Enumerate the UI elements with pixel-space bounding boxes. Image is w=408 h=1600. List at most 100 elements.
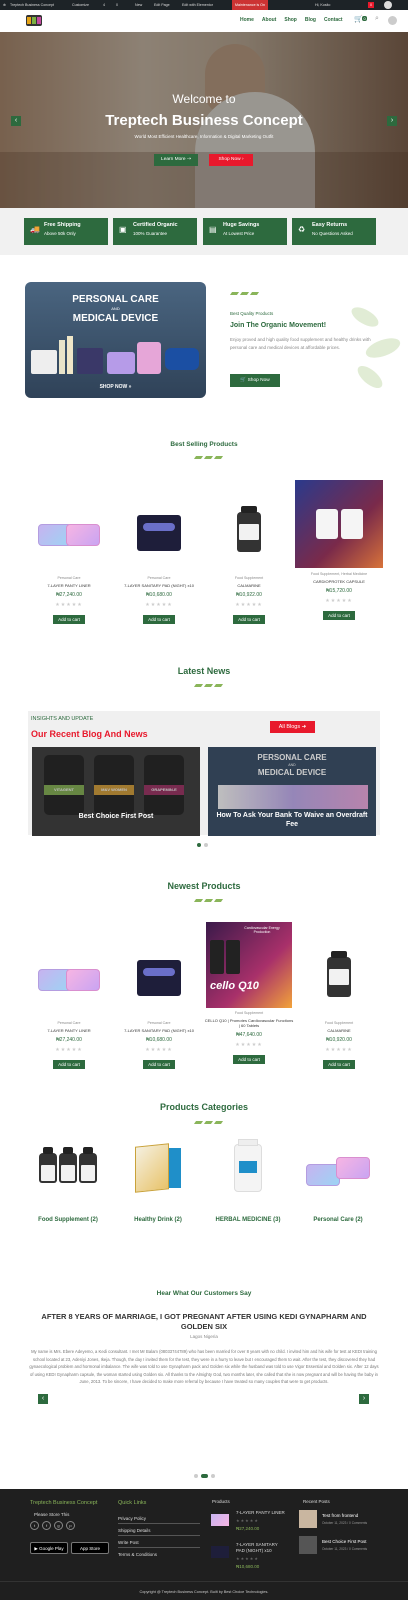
category-label[interactable]: HERBAL MEDICINE (3): [204, 1217, 292, 1223]
product-image[interactable]: [294, 928, 384, 1018]
footer-link-terms[interactable]: Terms & Conditions: [118, 1552, 157, 1557]
product-name[interactable]: 7-LAYER SANITARY PAD (NIGHT) x10: [114, 1028, 204, 1033]
hero-next-arrow[interactable]: ›: [387, 116, 397, 126]
blog-card-1[interactable]: VITAGENT M&V WOMEN GRAPEMIN-E Best Choic…: [32, 747, 200, 836]
testimonial-prev-arrow[interactable]: ‹: [38, 1394, 48, 1404]
banner-shop-now[interactable]: SHOP NOW »: [25, 384, 206, 390]
learn-more-button[interactable]: Learn More ⇢: [154, 154, 198, 166]
money-icon: ▤: [209, 225, 217, 234]
product-image[interactable]: [294, 479, 384, 569]
product-name[interactable]: 7-LAYER SANITARY PAD (NIGHT) x10: [114, 583, 204, 588]
testimonial-next-arrow[interactable]: ›: [359, 1394, 369, 1404]
footer-product-thumb[interactable]: [211, 1546, 229, 1558]
app-store-badge[interactable]: App Store: [71, 1542, 109, 1554]
product-name[interactable]: 7-LAYER PANTY LINER: [24, 1028, 114, 1033]
footer-link-write-post[interactable]: Write Post: [118, 1540, 139, 1545]
admin-site-link[interactable]: Treptech Business Concept: [10, 0, 54, 10]
new-link[interactable]: New: [135, 0, 142, 10]
product-name[interactable]: 7-LAYER PANTY LINER: [24, 583, 114, 588]
product-image[interactable]: Cardiovascular Energy Production cello Q…: [204, 921, 294, 1008]
updates-count[interactable]: 4: [103, 0, 105, 10]
nav-contact[interactable]: Contact: [324, 17, 343, 23]
blog-card-2-title[interactable]: How To Ask Your Bank To Waive an Overdra…: [216, 811, 368, 829]
edit-page-link[interactable]: Edit Page: [154, 0, 170, 10]
category-healthy-drink[interactable]: Healthy Drink (2): [114, 1130, 202, 1223]
recent-post-thumb[interactable]: [299, 1536, 317, 1554]
rating-stars: ★★★★★: [236, 1556, 259, 1561]
all-blogs-button[interactable]: All Blogs ➜: [270, 721, 315, 733]
product-price: ₦47,640.00: [236, 1032, 262, 1038]
add-to-cart-button[interactable]: Add to cart: [143, 615, 175, 624]
googleplus-icon[interactable]: g: [54, 1521, 63, 1530]
pagination-dot-active[interactable]: [201, 1474, 208, 1478]
blog-card-2[interactable]: PERSONAL CARE AND MEDICAL DEVICE How To …: [208, 747, 376, 836]
category-herbal-medicine[interactable]: HERBAL MEDICINE (3): [204, 1130, 292, 1223]
add-to-cart-button[interactable]: Add to cart: [233, 615, 265, 624]
add-to-cart-button[interactable]: Add to cart: [233, 1055, 265, 1064]
product-name[interactable]: CALMARINE: [294, 1028, 384, 1033]
pinterest-icon[interactable]: p: [66, 1521, 75, 1530]
recent-post-title[interactable]: Test from frontend: [322, 1513, 358, 1518]
footer-product-name[interactable]: 7-LAYER SANITARY PAD (NIGHT) x10: [236, 1542, 286, 1554]
promo-banner[interactable]: PERSONAL CARE AND MEDICAL DEVICE SHOP NO…: [25, 282, 206, 398]
nav-shop[interactable]: Shop: [284, 17, 297, 23]
add-to-cart-button[interactable]: Add to cart: [323, 611, 355, 620]
add-to-cart-button[interactable]: Add to cart: [323, 1060, 355, 1069]
facebook-icon[interactable]: f: [42, 1521, 51, 1530]
category-food-supplement[interactable]: Food Supplement (2): [24, 1130, 112, 1223]
product-price: ₦10,680.00: [146, 592, 172, 598]
product-name[interactable]: CALMARINE: [204, 583, 294, 588]
nav-about[interactable]: About: [262, 17, 276, 23]
user-avatar[interactable]: [388, 16, 397, 25]
product-price: ₦27,240.00: [56, 592, 82, 598]
category-label[interactable]: Healthy Drink (2): [114, 1217, 202, 1223]
add-to-cart-button[interactable]: Add to cart: [53, 615, 85, 624]
add-to-cart-button[interactable]: Add to cart: [143, 1060, 175, 1069]
admin-user[interactable]: Hi, Kosito: [315, 0, 330, 10]
product-name[interactable]: CELLO Q10 | Promotes Cardiovascular Func…: [204, 1018, 294, 1028]
category-personal-care[interactable]: Personal Care (2): [294, 1130, 382, 1223]
category-label[interactable]: Food Supplement (2): [24, 1217, 112, 1223]
blog-card-1-title[interactable]: Best Choice First Post: [32, 813, 200, 820]
product-image[interactable]: [114, 483, 204, 573]
latest-news-leaf: [193, 684, 224, 687]
pagination-dot[interactable]: [194, 1474, 198, 1478]
pagination-dot-active[interactable]: [197, 843, 201, 847]
nav-home[interactable]: Home: [240, 17, 254, 23]
elementor-link[interactable]: Edit with Elementor: [182, 0, 213, 10]
shop-now-button[interactable]: Shop Now ›: [209, 154, 253, 166]
maintenance-badge[interactable]: Maintenance is On: [232, 0, 268, 10]
category-label[interactable]: Personal Care (2): [294, 1217, 382, 1223]
add-to-cart-button[interactable]: Add to cart: [53, 1060, 85, 1069]
news-heading: Our Recent Blog And News: [31, 729, 148, 739]
search-icon[interactable]: ⌕: [375, 15, 379, 23]
footer-link-shipping[interactable]: Shipping Details: [118, 1528, 151, 1533]
admin-bar: ⊕ Treptech Business Concept Customize 4 …: [0, 0, 408, 10]
recent-post-thumb[interactable]: [299, 1510, 317, 1528]
category-image: [294, 1130, 382, 1205]
pagination-dot[interactable]: [211, 1474, 215, 1478]
testimonial-title: Hear What Our Customers Say: [156, 1290, 252, 1297]
product-category: Personal Care: [57, 576, 81, 580]
wordpress-icon[interactable]: ⊕: [3, 0, 6, 10]
recent-post-title[interactable]: Best Choice First Post: [322, 1539, 367, 1544]
customize-link[interactable]: Customize: [72, 0, 89, 10]
product-image[interactable]: [204, 483, 294, 573]
pagination-dot[interactable]: [204, 843, 208, 847]
product-name[interactable]: CARDIOPROTEK CAPSULE: [294, 579, 384, 584]
nav-blog[interactable]: Blog: [305, 17, 316, 23]
comments-count[interactable]: 0: [116, 0, 118, 10]
footer-product-thumb[interactable]: [211, 1514, 229, 1526]
admin-cart-count[interactable]: 0: [368, 2, 374, 8]
twitter-icon[interactable]: t: [30, 1521, 39, 1530]
google-play-badge[interactable]: ▶ Google Play: [30, 1542, 68, 1554]
admin-avatar[interactable]: [384, 1, 392, 9]
footer-product-name[interactable]: 7-LAYER PANTY LINER: [236, 1510, 285, 1515]
hero-prev-arrow[interactable]: ‹: [11, 116, 21, 126]
footer-link-privacy[interactable]: Privacy Policy: [118, 1516, 146, 1521]
product-image[interactable]: [114, 928, 204, 1018]
promo-shop-button[interactable]: 🛒 Shop Now: [230, 374, 280, 387]
site-logo[interactable]: [26, 15, 42, 26]
product-image[interactable]: [24, 928, 114, 1018]
product-image[interactable]: [24, 483, 114, 573]
